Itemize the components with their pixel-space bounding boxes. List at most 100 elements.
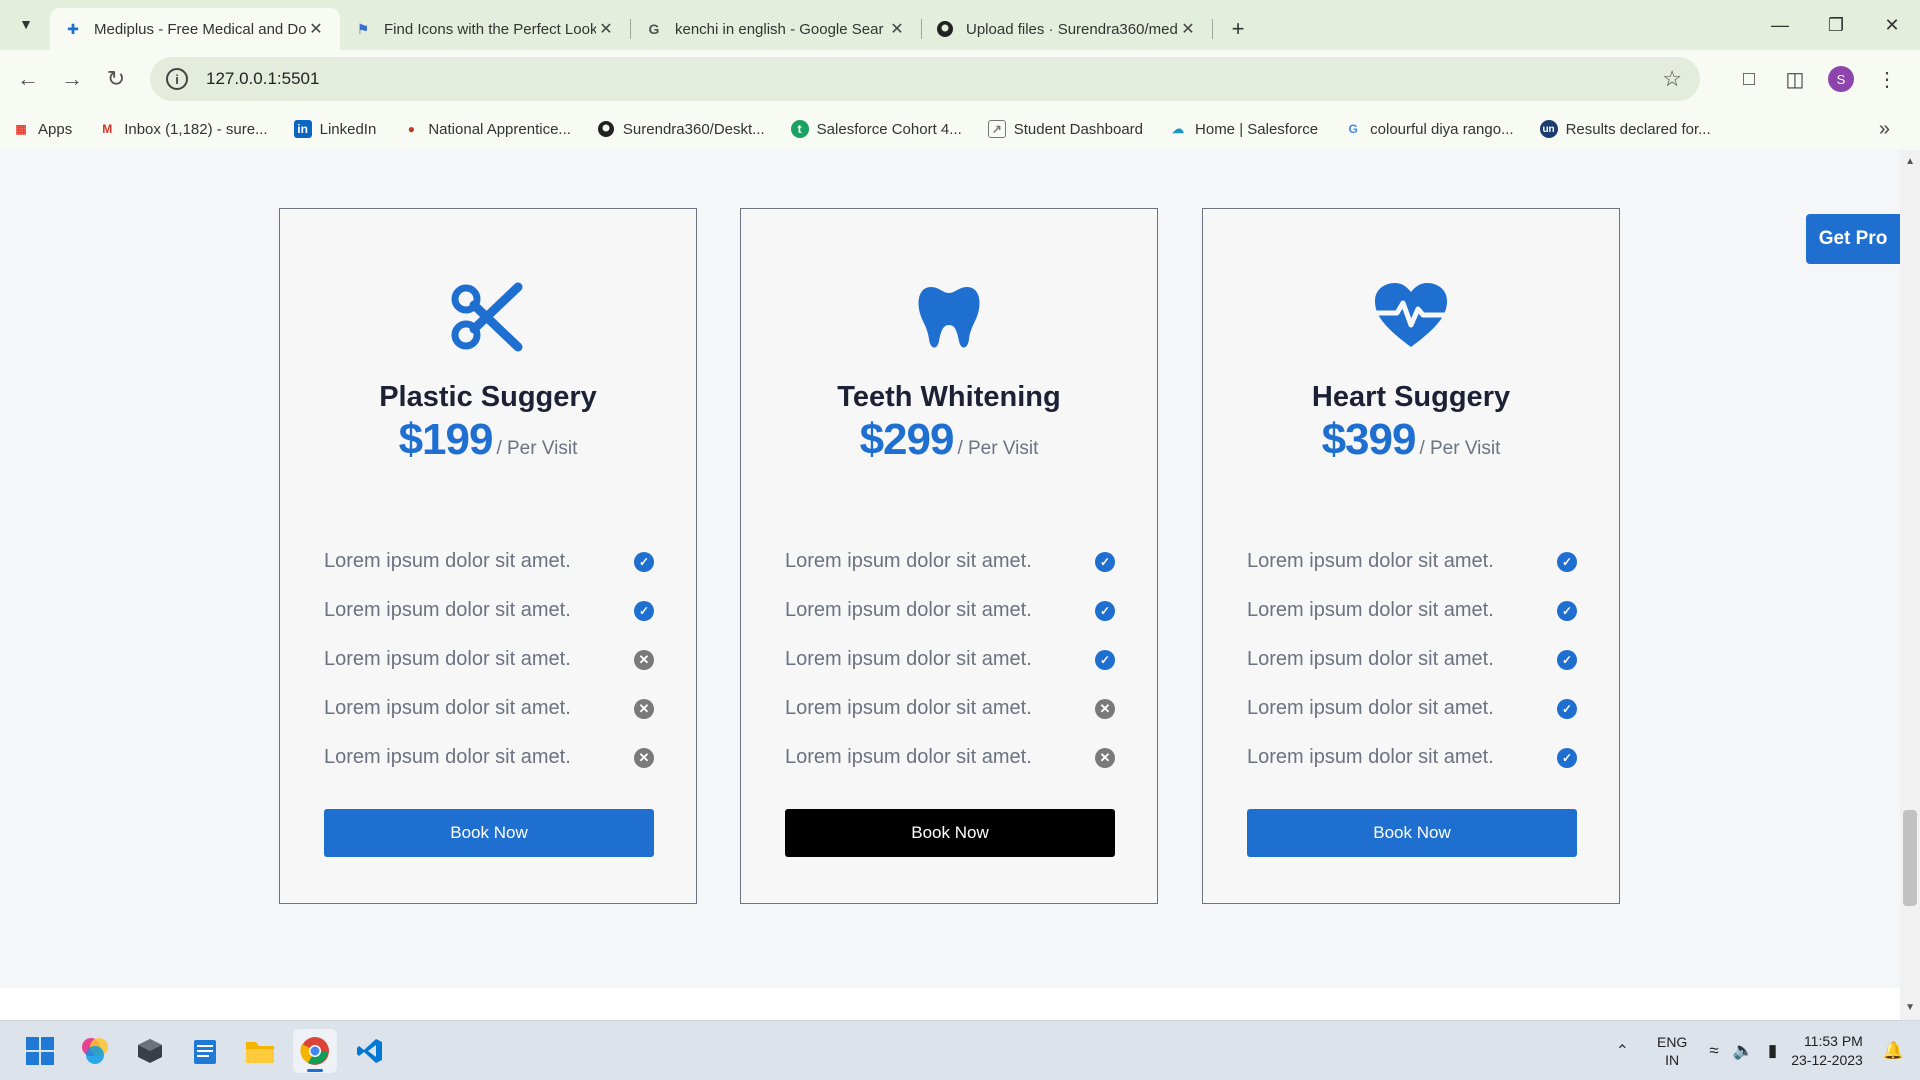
price-period: / Per Visit	[1419, 438, 1501, 459]
feature-item: Lorem ipsum dolor sit amet. ✓	[1247, 586, 1577, 635]
get-pro-button[interactable]: Get Pro	[1806, 214, 1900, 264]
service-price: $199	[398, 415, 494, 464]
service-price: $299	[859, 415, 955, 464]
windows-start-icon[interactable]	[18, 1029, 62, 1073]
feature-item: Lorem ipsum dolor sit amet. ✕	[785, 684, 1115, 733]
google-icon: G	[1348, 122, 1358, 136]
bookmark-github[interactable]: Surendra360/Deskt...	[597, 120, 765, 138]
close-window-icon[interactable]: ✕	[1864, 0, 1920, 50]
github-icon	[597, 120, 615, 138]
volume-icon[interactable]: 🔈	[1733, 1041, 1754, 1061]
feature-text: Lorem ipsum dolor sit amet.	[785, 550, 1032, 572]
x-circle-icon: ✕	[634, 698, 654, 719]
notepad-icon[interactable]	[183, 1029, 227, 1073]
window-controls: — ❐ ✕	[1752, 0, 1920, 50]
feature-text: Lorem ipsum dolor sit amet.	[324, 550, 571, 572]
check-circle-icon: ✓	[1557, 649, 1577, 670]
close-tab-icon[interactable]: ✕	[596, 19, 616, 39]
side-panel-icon[interactable]: ◫	[1772, 57, 1818, 101]
service-name: Teeth Whitening	[837, 381, 1061, 413]
bookmark-apps[interactable]: ▦ Apps	[12, 120, 72, 138]
language-indicator[interactable]: ENG IN	[1657, 1033, 1687, 1069]
file-explorer-icon[interactable]	[238, 1029, 282, 1073]
service-name: Plastic Suggery	[379, 381, 597, 413]
bookmark-label: Home | Salesforce	[1195, 120, 1319, 138]
cube-app-icon[interactable]	[128, 1029, 172, 1073]
bookmark-student-dashboard[interactable]: ↗ Student Dashboard	[987, 120, 1143, 138]
tab-google-search[interactable]: G kenchi in english - Google Sear ✕	[631, 8, 921, 50]
feature-item: Lorem ipsum dolor sit amet. ✓	[324, 537, 654, 586]
feature-item: Lorem ipsum dolor sit amet. ✓	[785, 537, 1115, 586]
bookmark-salesforce-home[interactable]: ☁ Home | Salesforce	[1169, 120, 1318, 138]
salesforce-cohort-icon: t	[790, 120, 809, 138]
book-now-button[interactable]: Book Now	[1247, 809, 1577, 857]
tab-find-icons[interactable]: ⚑ Find Icons with the Perfect Look ✕	[340, 8, 630, 50]
close-tab-icon[interactable]: ✕	[306, 19, 326, 39]
feature-text: Lorem ipsum dolor sit amet.	[1247, 746, 1494, 768]
clock[interactable]: 11:53 PM 23-12-2023	[1791, 1032, 1863, 1070]
tab-search-button[interactable]: ▼	[8, 6, 44, 42]
scroll-down-arrow-icon[interactable]: ▼	[1905, 1002, 1915, 1013]
book-now-button[interactable]: Book Now	[324, 809, 654, 857]
x-circle-icon: ✕	[634, 649, 654, 670]
wifi-icon[interactable]: ≈	[1709, 1041, 1718, 1061]
more-bookmarks-icon[interactable]: »	[1879, 118, 1890, 141]
bookmark-linkedin[interactable]: in LinkedIn	[293, 120, 376, 138]
close-tab-icon[interactable]: ✕	[1178, 19, 1198, 39]
bookmark-salesforce-cohort[interactable]: t Salesforce Cohort 4...	[790, 120, 962, 138]
feature-list: Lorem ipsum dolor sit amet. ✓ Lorem ipsum…	[785, 537, 1115, 782]
bookmark-inbox[interactable]: M Inbox (1,182) - sure...	[98, 120, 267, 138]
tab-strip: ▼ ✚ Mediplus - Free Medical and Do ✕ ⚑ F…	[0, 0, 1920, 50]
feature-item: Lorem ipsum dolor sit amet. ✓	[785, 635, 1115, 684]
scroll-up-arrow-icon[interactable]: ▲	[1905, 156, 1915, 167]
feature-item: Lorem ipsum dolor sit amet. ✓	[324, 586, 654, 635]
bookmark-label: Results declared for...	[1565, 120, 1711, 138]
forward-arrow-icon[interactable]: →	[50, 57, 94, 101]
copilot-icon[interactable]	[73, 1029, 117, 1073]
reload-icon[interactable]: ↻	[94, 57, 138, 101]
feature-text: Lorem ipsum dolor sit amet.	[324, 746, 571, 768]
bookmark-diya-rangoli[interactable]: G colourful diya rango...	[1344, 120, 1513, 138]
tab-github-upload[interactable]: Upload files · Surendra360/med ✕	[922, 8, 1212, 50]
vscode-icon[interactable]	[348, 1029, 392, 1073]
bookmark-star-icon[interactable]: ☆	[1662, 66, 1682, 92]
menu-kebab-icon[interactable]: ⋮	[1864, 57, 1910, 101]
site-info-icon[interactable]: i	[166, 68, 188, 90]
browser-toolbar: ← → ↻ i 127.0.0.1:5501 ☆ □ ◫ S ⋮	[0, 50, 1920, 108]
new-tab-button[interactable]: +	[1223, 16, 1253, 42]
book-now-button[interactable]: Book Now	[785, 809, 1115, 857]
chrome-icon[interactable]	[293, 1029, 337, 1073]
bookmark-results[interactable]: un Results declared for...	[1539, 120, 1711, 138]
x-circle-icon: ✕	[1095, 698, 1115, 719]
tab-mediplus[interactable]: ✚ Mediplus - Free Medical and Do ✕	[50, 8, 340, 50]
notification-bell-icon[interactable]: 🔔	[1883, 1041, 1904, 1061]
feature-item: Lorem ipsum dolor sit amet. ✓	[785, 586, 1115, 635]
scrollbar-thumb[interactable]	[1903, 810, 1917, 906]
show-hidden-icons-chevron-icon[interactable]: ⌃	[1616, 1041, 1629, 1061]
bookmark-national-apprentice[interactable]: ● National Apprentice...	[402, 120, 571, 138]
back-arrow-icon[interactable]: ←	[6, 57, 50, 101]
feature-list: Lorem ipsum dolor sit amet. ✓ Lorem ipsum…	[1247, 537, 1577, 782]
close-tab-icon[interactable]: ✕	[887, 19, 907, 39]
tab-title: Mediplus - Free Medical and Do	[94, 20, 306, 38]
address-bar[interactable]: i 127.0.0.1:5501 ☆	[150, 57, 1700, 101]
extensions-icon[interactable]: □	[1726, 57, 1772, 101]
bookmark-label: Salesforce Cohort 4...	[816, 120, 962, 138]
feature-text: Lorem ipsum dolor sit amet.	[1247, 550, 1494, 572]
check-circle-icon: ✓	[1095, 649, 1115, 670]
minimize-icon[interactable]: —	[1752, 0, 1808, 50]
apprentice-icon: ●	[407, 122, 415, 136]
tab-separator	[1212, 19, 1213, 39]
check-circle-icon: ✓	[1095, 551, 1115, 572]
feature-text: Lorem ipsum dolor sit amet.	[324, 599, 571, 621]
service-name: Heart Suggery	[1311, 381, 1511, 413]
linkedin-icon: in	[293, 120, 312, 138]
tooth-icon	[741, 277, 1157, 357]
restore-icon[interactable]: ❐	[1808, 0, 1864, 50]
profile-avatar[interactable]: S	[1828, 66, 1854, 92]
price-period: / Per Visit	[496, 438, 578, 459]
region-code: IN	[1665, 1052, 1680, 1068]
url-text[interactable]: 127.0.0.1:5501	[206, 69, 319, 89]
battery-icon[interactable]: ▮	[1768, 1041, 1777, 1061]
tab-title: Find Icons with the Perfect Look	[384, 20, 596, 38]
